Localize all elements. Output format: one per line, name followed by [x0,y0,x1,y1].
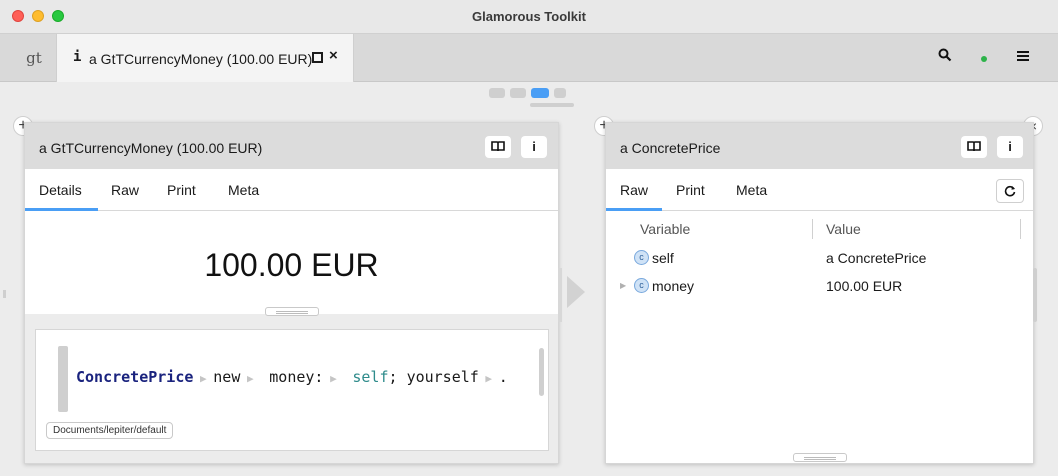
info-icon: i [73,49,82,65]
pane-link-arrow-icon [567,276,585,308]
pane-splitter-handle[interactable] [265,307,319,316]
pager-dot[interactable] [489,88,505,98]
variable-value: 100.00 EUR [826,278,903,294]
variable-name: self [652,250,674,266]
active-tab-indicator [25,208,98,211]
inspector-pane-money: a GtTCurrencyMoney (100.00 EUR) i Detail… [24,122,559,464]
code-keyword: money: [269,368,324,386]
snippet-gutter [58,346,68,412]
info-button[interactable]: i [997,136,1023,158]
close-tab-icon[interactable]: × [329,47,338,64]
gt-logo: gt [26,49,42,67]
money-display: 100.00 EUR [204,247,379,283]
gt-home-tab[interactable]: gt [16,44,52,72]
class-badge-icon: c [634,278,649,293]
book-icon[interactable] [485,136,511,158]
pane-header: a GtTCurrencyMoney (100.00 EUR) i [25,123,558,169]
code-message: yourself [406,368,479,386]
pager-dot[interactable] [510,88,526,98]
column-header-value[interactable]: Value [826,221,861,237]
column-separator[interactable] [1020,219,1021,239]
info-button[interactable]: i [521,136,547,158]
database-label[interactable]: Documents/lepiter/default [46,422,174,439]
pane-splitter-handle[interactable] [793,453,847,462]
tab-raw[interactable]: Raw [111,182,139,198]
variable-value: a ConcretePrice [826,250,927,266]
tab-meta[interactable]: Meta [228,182,259,198]
maximize-tab-icon[interactable] [312,52,323,63]
refresh-icon[interactable] [996,179,1024,203]
pane-header: a ConcretePrice i [606,123,1033,169]
code-message: new [213,368,241,386]
pager-scroll-bar[interactable] [530,103,574,107]
snippet-scrollbar[interactable] [539,348,544,396]
pane-resize-handle[interactable] [558,268,562,322]
pager-dot[interactable] [554,88,566,98]
scroll-edge [3,290,6,298]
code-cascade: ; [388,368,398,386]
tab-print[interactable]: Print [676,182,705,198]
tab-details[interactable]: Details [39,182,82,198]
tab-print[interactable]: Print [167,182,196,198]
window-title: Glamorous Toolkit [472,9,586,24]
code-text[interactable]: ConcretePrice ▶ new ▶ money: ▶ self; you… [76,368,508,386]
code-period: . [498,368,508,386]
status-indicator [981,56,987,62]
code-class-name: ConcretePrice [76,368,194,386]
expand-triangle-icon[interactable]: ▶ [479,372,499,385]
expand-triangle-icon[interactable]: ▶ [240,372,260,385]
search-icon[interactable] [938,48,952,65]
pager-dot-active[interactable] [531,88,549,98]
playground-area: ConcretePrice ▶ new ▶ money: ▶ self; you… [25,314,558,463]
expand-triangle-icon[interactable]: ▶ [323,372,343,385]
tab-raw[interactable]: Raw [620,182,648,198]
tab-bar: gt i a GtTCurrencyMoney (100.00 EUR) × [0,34,1058,82]
title-bar: Glamorous Toolkit [0,0,1058,34]
active-tab-indicator [606,208,662,211]
menu-icon[interactable] [1017,49,1029,65]
book-icon[interactable] [961,136,987,158]
column-header-variable[interactable]: Variable [640,221,690,237]
expand-triangle-icon[interactable]: ▶ [620,281,626,290]
tab-label: a GtTCurrencyMoney (100.00 EUR) [89,51,313,67]
right-pane-scrollbar[interactable] [1033,268,1037,322]
code-snippet[interactable]: ConcretePrice ▶ new ▶ money: ▶ self; you… [35,329,549,451]
column-separator[interactable] [812,219,813,239]
variable-name: money [652,278,695,294]
view-tabs: Details Raw Print Meta [25,169,558,211]
table-row[interactable]: ▶ c money 100.00 EUR [606,272,1033,300]
pane-title: a GtTCurrencyMoney (100.00 EUR) [39,140,263,156]
pane-title: a ConcretePrice [620,140,721,156]
code-self: self [352,368,389,386]
expand-triangle-icon[interactable]: ▶ [193,372,213,385]
view-tabs: Raw Print Meta [606,169,1033,211]
tab-meta[interactable]: Meta [736,182,767,198]
table-row[interactable]: c self a ConcretePrice [606,244,1033,272]
tab-object-inspector[interactable]: i a GtTCurrencyMoney (100.00 EUR) × [56,34,354,82]
inspector-pane-price: a ConcretePrice i Raw Print Meta Variabl… [605,122,1034,464]
class-badge-icon: c [634,250,649,265]
